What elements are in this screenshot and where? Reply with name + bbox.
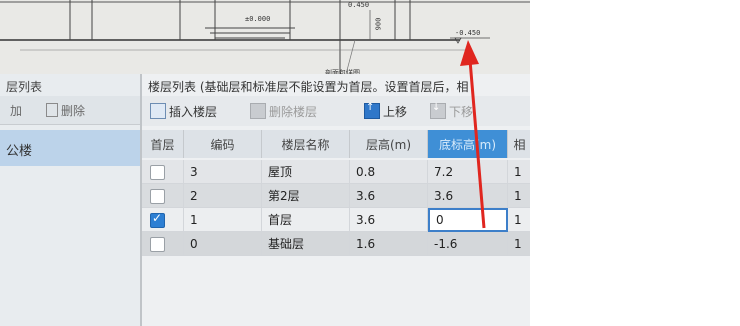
annotation-arrow-icon — [460, 40, 486, 229]
photo-frame: ±0.000 0.450 -0.450 900 剖面包详图 层列表 加 删除 公… — [0, 0, 530, 326]
